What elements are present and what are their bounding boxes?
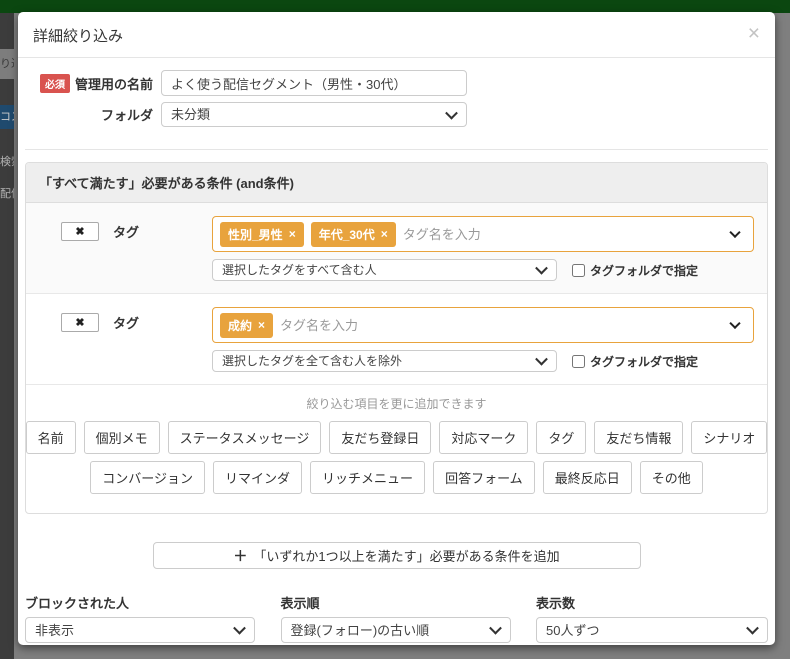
plus-icon: ＋ (233, 547, 248, 564)
condition-type-label: タグ (113, 225, 140, 240)
add-item-button-other[interactable]: その他 (639, 461, 703, 494)
background-fragment-active-tab: コス (0, 105, 14, 129)
count-select-wrap: 50人ずつ (536, 617, 768, 643)
tag-folder-checkbox[interactable] (572, 354, 585, 368)
add-item-button-last-response[interactable]: 最終反応日 (542, 461, 632, 494)
add-item-area: 絞り込む項目を更に追加できます 名前 個別メモ ステータスメッセージ 友だち登録… (26, 385, 767, 513)
chip-remove-icon[interactable]: × (381, 227, 388, 241)
tag-select-box[interactable]: 性別_男性 × 年代_30代 × (212, 216, 754, 252)
tag-folder-checkbox-row: タグフォルダで指定 (572, 353, 698, 370)
order-select[interactable]: 登録(フォロー)の古い順 (280, 617, 511, 643)
tag-folder-checkbox-row: タグフォルダで指定 (572, 262, 698, 279)
tag-chip[interactable]: 性別_男性 × (220, 221, 304, 247)
tag-name-input[interactable] (402, 226, 719, 242)
count-label: 表示数 (536, 596, 576, 611)
add-item-button-status-message[interactable]: ステータスメッセージ (167, 421, 322, 454)
remove-condition-icon[interactable]: ✖ (61, 313, 99, 332)
and-condition-section: 「すべて満たす」必要がある条件 (and条件) ✖ タグ 性別_男性 × 年代_… (25, 162, 768, 514)
detail-filter-modal: 詳細絞り込み × 必須 管理用の名前 フォルダ 未分類 (18, 12, 775, 645)
condition-type-label: タグ (113, 316, 140, 331)
condition-row: ✖ タグ 成約 × 選択したタ (26, 294, 767, 385)
order-select-wrap: 登録(フォロー)の古い順 (280, 617, 511, 643)
close-icon[interactable]: × (748, 23, 760, 44)
background-fragment: 検索 (0, 156, 14, 168)
modal-title: 詳細絞り込み (33, 28, 124, 45)
add-item-button-friend-info[interactable]: 友だち情報 (594, 421, 684, 454)
chip-remove-icon[interactable]: × (258, 318, 265, 332)
folder-label: フォルダ (100, 108, 153, 123)
chevron-down-icon (729, 226, 741, 239)
tag-name-input[interactable] (280, 317, 719, 333)
add-or-condition-button[interactable]: ＋「いずれか1つ以上を満たす」必要がある条件を追加 (152, 542, 641, 569)
add-item-button-name[interactable]: 名前 (26, 421, 76, 454)
count-select[interactable]: 50人ずつ (536, 617, 768, 643)
chevron-down-icon (729, 317, 741, 330)
required-badge: 必須 (39, 73, 70, 93)
match-select-wrap: 選択したタグをすべて含む人 (212, 259, 557, 281)
add-item-button-answer-form[interactable]: 回答フォーム (433, 461, 535, 494)
match-select-wrap: 選択したタグを全て含む人を除外 (212, 350, 557, 372)
add-item-button-rich-menu[interactable]: リッチメニュー (310, 461, 426, 494)
add-item-hint: 絞り込む項目を更に追加できます (306, 397, 487, 411)
modal-header: 詳細絞り込み × (18, 12, 775, 58)
background-sidebar: り込 コス 検索 配信 (0, 13, 14, 659)
add-item-button-conversion[interactable]: コンバージョン (90, 461, 206, 494)
add-item-button-scenario[interactable]: シナリオ (691, 421, 767, 454)
admin-name-input[interactable] (161, 70, 467, 96)
background-fragment: り込 (0, 49, 14, 79)
tag-chip[interactable]: 年代_30代 × (310, 221, 396, 247)
tag-match-select[interactable]: 選択したタグを全て含む人を除外 (212, 350, 557, 372)
name-label: 管理用の名前 (74, 76, 153, 92)
tag-chip[interactable]: 成約 × (220, 312, 274, 338)
background-fragment: 配信 (0, 188, 14, 200)
add-item-button-reminder[interactable]: リマインダ (213, 461, 303, 494)
add-item-button-tag[interactable]: タグ (536, 421, 587, 454)
tag-match-select[interactable]: 選択したタグをすべて含む人 (212, 259, 557, 281)
tag-select-box[interactable]: 成約 × (212, 307, 754, 343)
form-divider (25, 149, 768, 150)
add-item-button-friend-date[interactable]: 友だち登録日 (329, 421, 432, 454)
chip-remove-icon[interactable]: × (289, 227, 296, 241)
order-label: 表示順 (280, 596, 320, 611)
blocked-select-wrap: 非表示 (25, 617, 255, 643)
footer-controls: ブロックされた人 非表示 表示順 登録(フォロー)の古い順 表示数 50人ずつ (25, 593, 768, 643)
tag-folder-checkbox[interactable] (572, 263, 585, 277)
folder-select[interactable]: 未分類 (161, 102, 467, 127)
condition-row: ✖ タグ 性別_男性 × 年代_30代 × タグ名を入力 選択したタグをすべて含… (26, 203, 767, 294)
and-section-header: 「すべて満たす」必要がある条件 (and条件) (26, 163, 767, 203)
add-item-button-memo[interactable]: 個別メモ (83, 421, 160, 454)
top-form: 必須 管理用の名前 フォルダ 未分類 (25, 58, 768, 149)
remove-condition-icon[interactable]: ✖ (61, 222, 99, 241)
folder-select-wrap: 未分類 (161, 102, 467, 127)
add-item-button-mark[interactable]: 対応マーク (439, 421, 529, 454)
blocked-label: ブロックされた人 (25, 596, 130, 611)
blocked-select[interactable]: 非表示 (25, 617, 255, 643)
